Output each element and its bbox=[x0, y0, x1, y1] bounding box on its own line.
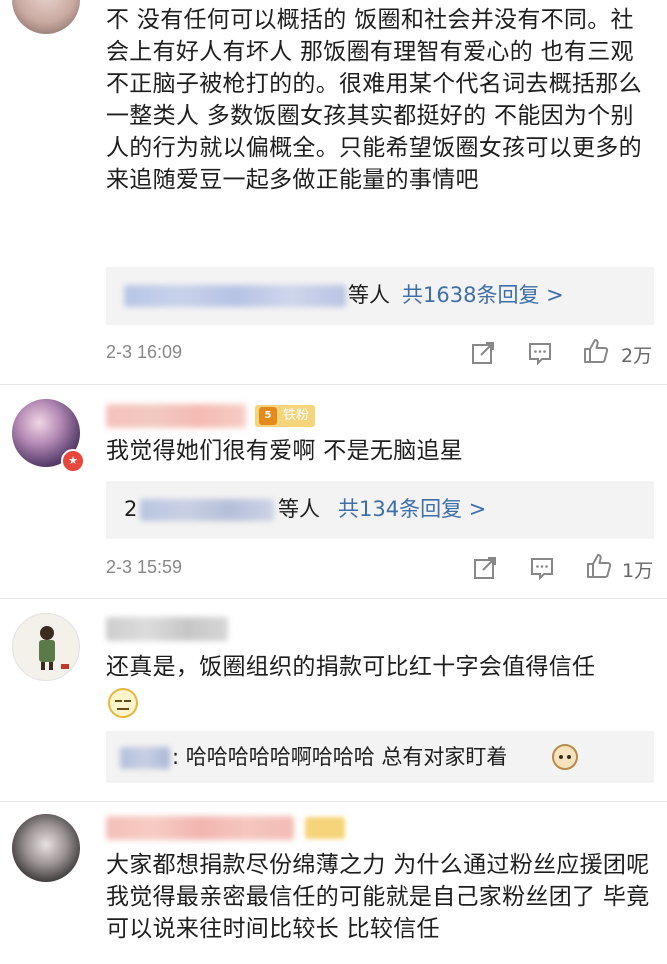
comment-time: 2-3 15:59 bbox=[106, 557, 183, 577]
comment-text: 大家都想捐款尽份绵薄之力 为什么通过粉丝应援团呢 我觉得最亲密最信任的可能就是自… bbox=[106, 852, 650, 942]
reply-user-names[interactable] bbox=[120, 747, 170, 769]
comment-text: 还真是，饭圈组织的捐款可比红十字会值得信任 bbox=[106, 654, 596, 680]
divider bbox=[0, 598, 667, 599]
comment-icon[interactable] bbox=[529, 555, 555, 581]
avatar[interactable] bbox=[12, 814, 80, 882]
reply-text: : 哈哈哈哈哈啊哈哈哈 总有对家盯着 bbox=[172, 745, 508, 769]
reply-preview[interactable]: 2 等人 共134条回复 > bbox=[106, 481, 654, 539]
like-icon[interactable] bbox=[583, 338, 609, 364]
repost-icon[interactable] bbox=[472, 555, 498, 581]
reply-preview[interactable]: : 哈哈哈哈哈啊哈哈哈 总有对家盯着 bbox=[106, 731, 654, 783]
comment-icon[interactable] bbox=[527, 340, 553, 366]
badge-label: 铁粉 bbox=[283, 408, 310, 423]
comment-text: 不 没有任何可以概括的 饭圈和社会并没有不同。社会上有好人有坏人 那饭圈有理智有… bbox=[106, 7, 642, 193]
divider bbox=[0, 801, 667, 802]
divider bbox=[0, 384, 667, 385]
reply-prefix: 2 bbox=[124, 497, 138, 521]
reply-suffix: 等人 bbox=[278, 497, 320, 521]
username[interactable] bbox=[106, 404, 246, 428]
fan-badge: 5 铁粉 bbox=[255, 405, 316, 427]
username[interactable] bbox=[106, 617, 228, 641]
comment-time: 2-3 16:09 bbox=[106, 342, 183, 362]
smirk-emoji-icon bbox=[108, 688, 138, 718]
reply-preview[interactable]: 等人 共1638条回复 > bbox=[106, 267, 654, 325]
comment-text: 我觉得她们很有爱啊 不是无脑追星 bbox=[106, 438, 464, 464]
reply-count-link[interactable]: 共134条回复 > bbox=[338, 494, 486, 524]
like-icon[interactable] bbox=[586, 553, 612, 579]
repost-icon[interactable] bbox=[470, 340, 496, 366]
reply-user-names[interactable] bbox=[140, 499, 274, 521]
fan-badge bbox=[305, 817, 345, 839]
avatar[interactable] bbox=[12, 613, 80, 681]
verified-badge: ★ bbox=[61, 449, 85, 473]
like-count: 2万 bbox=[621, 345, 653, 367]
reply-user-names[interactable] bbox=[124, 285, 346, 307]
cat-emoji-icon bbox=[552, 744, 578, 770]
reply-suffix: 等人 bbox=[348, 283, 390, 307]
medal-icon: 5 bbox=[259, 407, 277, 425]
username[interactable] bbox=[106, 816, 294, 840]
like-count: 1万 bbox=[622, 560, 654, 582]
avatar[interactable] bbox=[12, 0, 80, 34]
reply-count-link[interactable]: 共1638条回复 > bbox=[402, 280, 564, 310]
